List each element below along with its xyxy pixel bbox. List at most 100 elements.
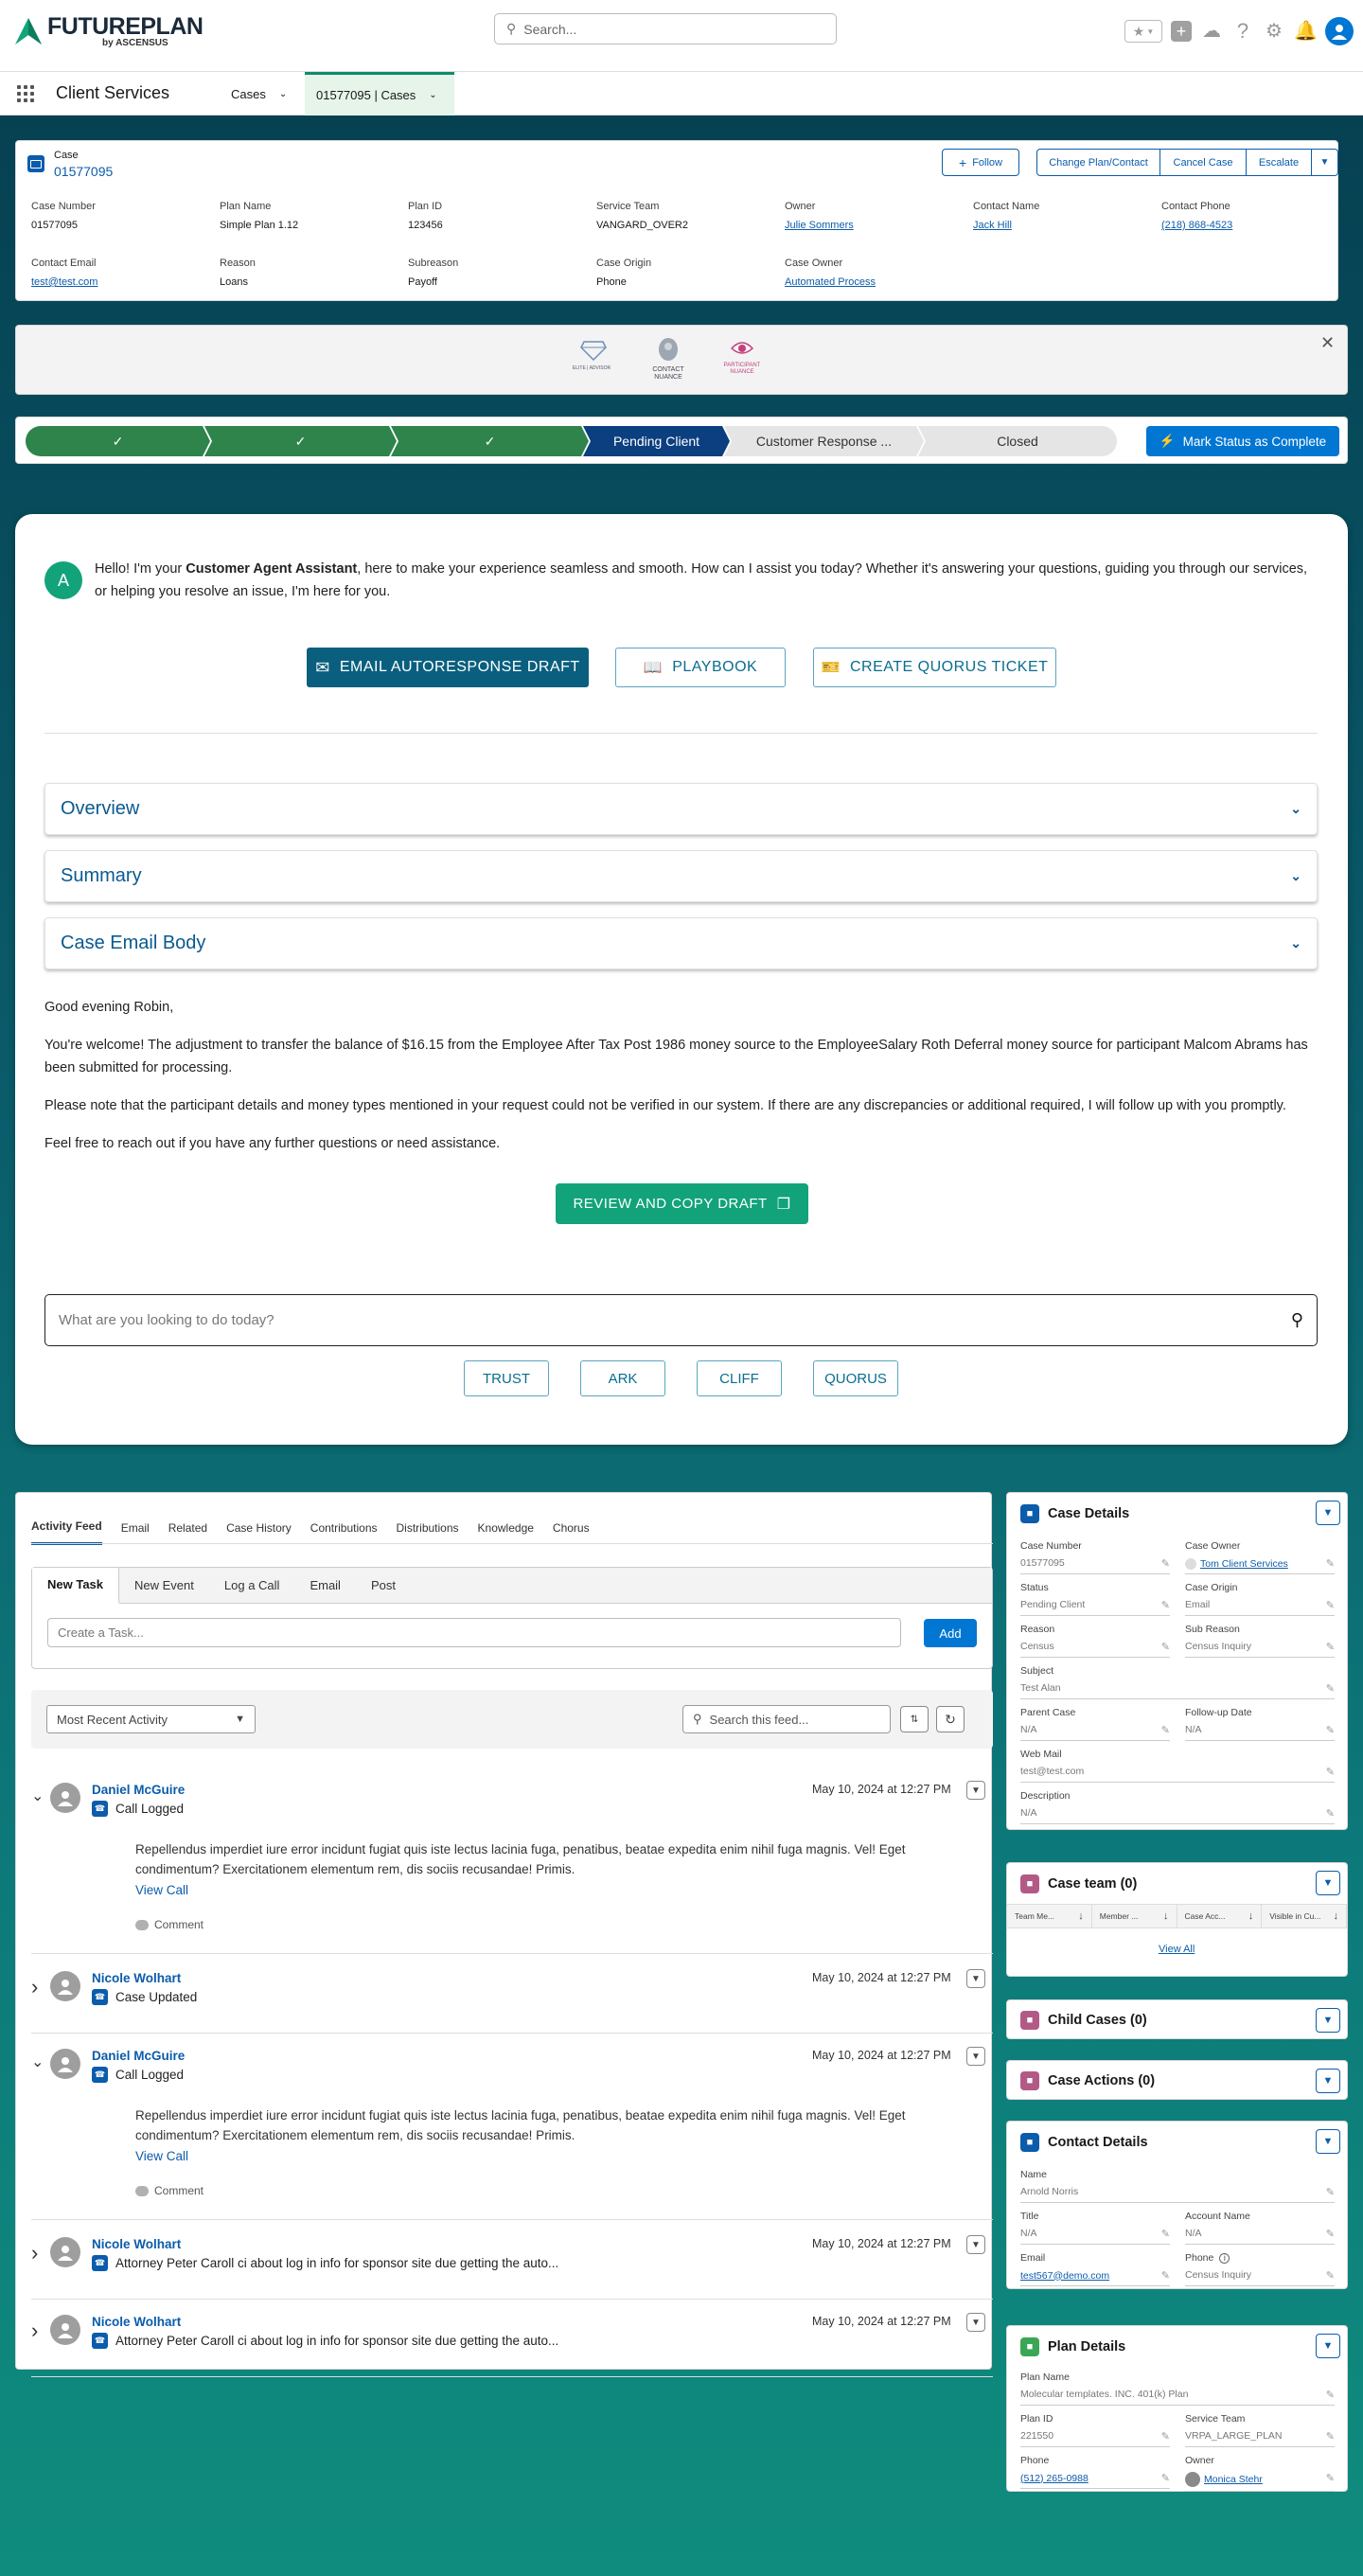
path-step-closed[interactable]: Closed	[918, 426, 1117, 456]
user-avatar-icon[interactable]	[50, 1783, 80, 1813]
chevron-down-icon[interactable]: ⌄	[1290, 801, 1301, 817]
path-step-complete-3[interactable]: ✓	[391, 426, 589, 456]
publisher-tab-post[interactable]: Post	[356, 1568, 411, 1604]
case-field-value[interactable]: test@test.com	[31, 276, 211, 288]
view-all-link[interactable]: View All	[1159, 1944, 1195, 1955]
publisher-tab-log-a-call[interactable]: Log a Call	[209, 1568, 295, 1604]
feed-item-author[interactable]: Daniel McGuire	[92, 2049, 185, 2063]
feed-item-menu-icon[interactable]: ▼	[966, 1781, 985, 1800]
team-column-header[interactable]: Visible in Cu... ↓	[1262, 1905, 1347, 1928]
publisher-tab-new-task[interactable]: New Task	[32, 1567, 120, 1604]
chevron-right-icon[interactable]: ›	[31, 1975, 38, 1999]
close-icon[interactable]: ✕	[1320, 333, 1335, 353]
summary-accordion[interactable]: Summary ⌄	[44, 850, 1318, 902]
path-step-complete-2[interactable]: ✓	[204, 426, 397, 456]
view-call-link[interactable]: View Call	[135, 1883, 188, 1897]
detail-field-value-text[interactable]: (512) 265-0988	[1020, 2473, 1089, 2484]
tab-contributions[interactable]: Contributions	[310, 1521, 378, 1544]
chevron-down-icon[interactable]: ⌄	[1290, 868, 1301, 884]
chevron-down-icon[interactable]: ⌄	[31, 2052, 44, 2071]
team-column-header[interactable]: Case Acc... ↓	[1177, 1905, 1263, 1928]
path-step-customer-response[interactable]: Customer Response ...	[724, 426, 924, 456]
detail-field-value[interactable]: (512) 265-0988	[1020, 2472, 1089, 2484]
create-task-input[interactable]: Create a Task...	[47, 1618, 901, 1647]
pencil-icon[interactable]: ✎	[1161, 1599, 1170, 1611]
escalate-button[interactable]: Escalate	[1247, 149, 1312, 176]
tab-cases[interactable]: Cases ⌄	[231, 72, 287, 115]
path-step-complete-1[interactable]: ✓	[26, 426, 210, 456]
follow-button[interactable]: + Follow	[942, 149, 1019, 176]
publisher-tab-new-event[interactable]: New Event	[119, 1568, 209, 1604]
tab-distributions[interactable]: Distributions	[397, 1521, 459, 1544]
pencil-icon[interactable]: ✎	[1326, 1807, 1335, 1820]
tab-activity-feed[interactable]: Activity Feed	[31, 1519, 102, 1545]
detail-field-value[interactable]: test567@demo.com	[1020, 2269, 1109, 2282]
review-and-copy-draft-button[interactable]: REVIEW AND COPY DRAFT ❐	[556, 1183, 808, 1224]
add-icon[interactable]: +	[1171, 21, 1192, 42]
mark-status-complete-button[interactable]: ⚡ Mark Status as Complete	[1146, 426, 1339, 456]
quick-action-trust[interactable]: TRUST	[464, 1360, 549, 1396]
gear-icon[interactable]: ⚙	[1263, 20, 1285, 43]
quick-action-ark[interactable]: ARK	[580, 1360, 665, 1396]
comment-button[interactable]: Comment	[135, 1918, 204, 1931]
chevron-down-icon[interactable]: ⌄	[31, 1786, 44, 1805]
help-icon[interactable]: ?	[1231, 20, 1254, 43]
detail-field-value-text[interactable]: Monica Stehr	[1204, 2474, 1263, 2485]
playbook-button[interactable]: 📖 PLAYBOOK	[615, 648, 786, 687]
contact-details-menu-icon[interactable]: ▼	[1316, 2129, 1340, 2154]
tab-related[interactable]: Related	[168, 1521, 207, 1544]
detail-field-value[interactable]: Monica Stehr	[1185, 2472, 1263, 2487]
pencil-icon[interactable]: ✎	[1161, 2269, 1170, 2282]
feed-sort-select[interactable]: Most Recent Activity ▼	[46, 1705, 256, 1733]
pencil-icon[interactable]: ✎	[1161, 1641, 1170, 1653]
case-field-value[interactable]: (218) 868-4523	[1161, 220, 1341, 231]
quick-action-quorus[interactable]: QUORUS	[813, 1360, 898, 1396]
feed-item-author[interactable]: Nicole Wolhart	[92, 2237, 181, 2251]
tab-email[interactable]: Email	[121, 1521, 150, 1544]
email-autoresponse-draft-button[interactable]: ✉ EMAIL AUTORESPONSE DRAFT	[307, 648, 589, 687]
feed-item-author[interactable]: Nicole Wolhart	[92, 2315, 181, 2329]
pencil-icon[interactable]: ✎	[1326, 1599, 1335, 1611]
team-column-header[interactable]: Team Me... ↓	[1007, 1905, 1092, 1928]
assistant-prompt-input[interactable]: What are you looking to do today? ⚲	[44, 1294, 1318, 1346]
case-email-body-accordion[interactable]: Case Email Body ⌄	[44, 917, 1318, 969]
pencil-icon[interactable]: ✎	[1161, 2228, 1170, 2240]
feed-item-author[interactable]: Nicole Wolhart	[92, 1971, 181, 1985]
feed-item-menu-icon[interactable]: ▼	[966, 2313, 985, 2332]
sort-arrow-icon[interactable]: ↓	[1248, 1910, 1254, 1922]
feed-item-author[interactable]: Daniel McGuire	[92, 1783, 185, 1797]
overview-accordion[interactable]: Overview ⌄	[44, 783, 1318, 835]
pencil-icon[interactable]: ✎	[1326, 1641, 1335, 1653]
child-cases-menu-icon[interactable]: ▼	[1316, 2008, 1340, 2033]
tab-knowledge[interactable]: Knowledge	[478, 1521, 534, 1544]
feed-item-menu-icon[interactable]: ▼	[966, 1969, 985, 1988]
bell-icon[interactable]: 🔔	[1294, 20, 1318, 43]
pencil-icon[interactable]: ✎	[1326, 2269, 1335, 2282]
detail-field-value[interactable]: Tom Client Services	[1185, 1557, 1288, 1570]
view-call-link[interactable]: View Call	[135, 2149, 188, 2163]
app-launcher-icon[interactable]	[17, 85, 34, 102]
add-task-button[interactable]: Add	[924, 1619, 977, 1647]
search-icon[interactable]: ⚲	[1291, 1310, 1303, 1330]
pencil-icon[interactable]: ✎	[1326, 1682, 1335, 1695]
user-avatar-icon[interactable]	[50, 2315, 80, 2345]
chevron-right-icon[interactable]: ›	[31, 2318, 38, 2343]
pencil-icon[interactable]: ✎	[1326, 1724, 1335, 1736]
favorites-icon[interactable]: ★ ▼	[1124, 20, 1162, 43]
chevron-down-icon[interactable]: ⌄	[279, 89, 287, 99]
detail-field-value-text[interactable]: test567@demo.com	[1020, 2270, 1109, 2282]
cloud-icon[interactable]: ☁	[1200, 20, 1223, 43]
feed-item-menu-icon[interactable]: ▼	[966, 2235, 985, 2254]
case-team-menu-icon[interactable]: ▼	[1316, 1871, 1340, 1895]
case-field-value[interactable]: Automated Process	[785, 276, 965, 288]
chevron-right-icon[interactable]: ›	[31, 2241, 38, 2265]
case-actions-menu-icon[interactable]: ▼	[1316, 2069, 1340, 2093]
feed-item-menu-icon[interactable]: ▼	[966, 2047, 985, 2066]
tab-chorus[interactable]: Chorus	[553, 1521, 590, 1544]
more-actions-dropdown-icon[interactable]: ▼	[1312, 149, 1338, 176]
feed-search-input[interactable]: ⚲ Search this feed...	[682, 1705, 891, 1733]
quick-action-cliff[interactable]: CLIFF	[697, 1360, 782, 1396]
comment-button[interactable]: Comment	[135, 2184, 204, 2197]
plan-details-menu-icon[interactable]: ▼	[1316, 2334, 1340, 2358]
pencil-icon[interactable]: ✎	[1326, 2389, 1335, 2401]
